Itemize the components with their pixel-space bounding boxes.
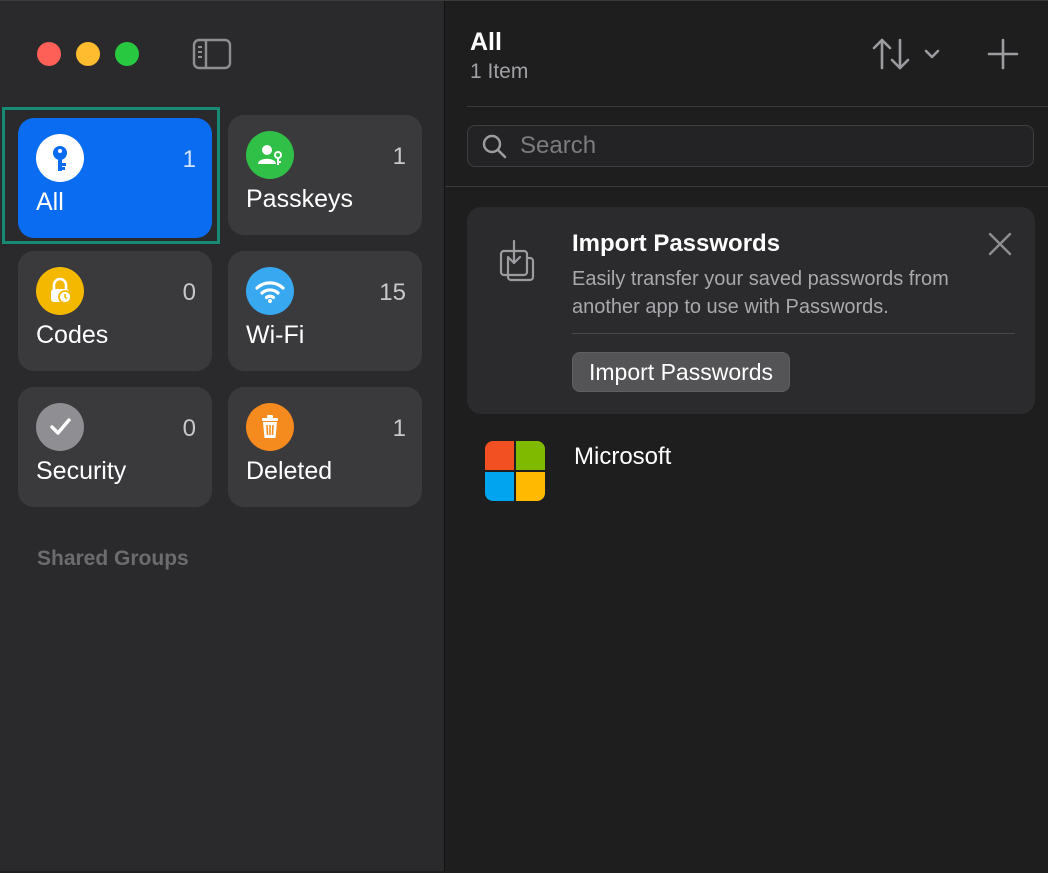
tile-label: Security xyxy=(36,457,127,485)
close-window-button[interactable] xyxy=(37,42,61,66)
search-input[interactable] xyxy=(518,131,1002,161)
chevron-down-icon xyxy=(924,49,940,59)
passwords-window: 1 All 1 Passkeys 0 Codes 15 Wi-Fi 0 Secu… xyxy=(0,0,1048,873)
sort-arrows-icon xyxy=(872,38,910,70)
import-passwords-button[interactable]: Import Passwords xyxy=(572,352,791,392)
import-card-divider xyxy=(572,333,1015,334)
tile-label: Codes xyxy=(36,321,109,349)
page-title: All xyxy=(470,28,502,56)
main-pane: All 1 Item Search Import Passwords Easil… xyxy=(445,1,1048,873)
item-name: Microsoft xyxy=(574,443,672,470)
tile-count: 15 xyxy=(379,279,406,306)
lock-clock-icon xyxy=(36,267,84,315)
category-tile-codes[interactable]: 0 Codes xyxy=(18,251,212,371)
passkey-person-icon xyxy=(246,131,294,179)
category-tile-security[interactable]: 0 Security xyxy=(18,387,212,507)
close-icon[interactable] xyxy=(987,231,1013,257)
tile-count: 1 xyxy=(392,143,406,170)
list-item[interactable]: Microsoft xyxy=(467,431,1027,511)
category-tile-passkeys[interactable]: 1 Passkeys xyxy=(228,115,422,235)
search-field[interactable] xyxy=(467,125,1034,167)
trash-icon xyxy=(246,403,294,451)
tile-label: Wi-Fi xyxy=(246,321,305,349)
tile-label: Passkeys xyxy=(246,185,353,213)
header-divider xyxy=(467,106,1048,107)
shared-groups-heading: Shared Groups xyxy=(37,547,189,570)
import-card-description: Easily transfer your saved passwords fro… xyxy=(572,268,949,318)
import-passwords-card: Import Passwords Easily transfer your sa… xyxy=(467,207,1035,414)
item-count: 1 Item xyxy=(470,60,529,83)
microsoft-logo-icon xyxy=(485,441,545,501)
checkmark-icon xyxy=(36,403,84,451)
focus-highlight xyxy=(2,107,220,244)
category-tile-deleted[interactable]: 1 Deleted xyxy=(228,387,422,507)
search-divider xyxy=(445,186,1048,187)
sort-button[interactable] xyxy=(870,34,948,74)
window-controls xyxy=(37,42,139,66)
tile-label: Deleted xyxy=(246,457,333,485)
import-tray-icon xyxy=(497,237,539,283)
add-icon[interactable] xyxy=(985,36,1021,72)
sidebar-toggle-icon[interactable] xyxy=(192,38,232,70)
sidebar: 1 All 1 Passkeys 0 Codes 15 Wi-Fi 0 Secu… xyxy=(0,1,445,871)
category-tile-wifi[interactable]: 15 Wi-Fi xyxy=(228,251,422,371)
tile-count: 0 xyxy=(182,279,196,306)
tile-count: 1 xyxy=(392,415,406,442)
zoom-window-button[interactable] xyxy=(115,42,139,66)
tile-count: 0 xyxy=(182,415,196,442)
search-icon xyxy=(482,134,507,159)
import-card-heading: Import Passwords xyxy=(572,230,781,257)
wifi-icon xyxy=(246,267,294,315)
minimize-window-button[interactable] xyxy=(76,42,100,66)
